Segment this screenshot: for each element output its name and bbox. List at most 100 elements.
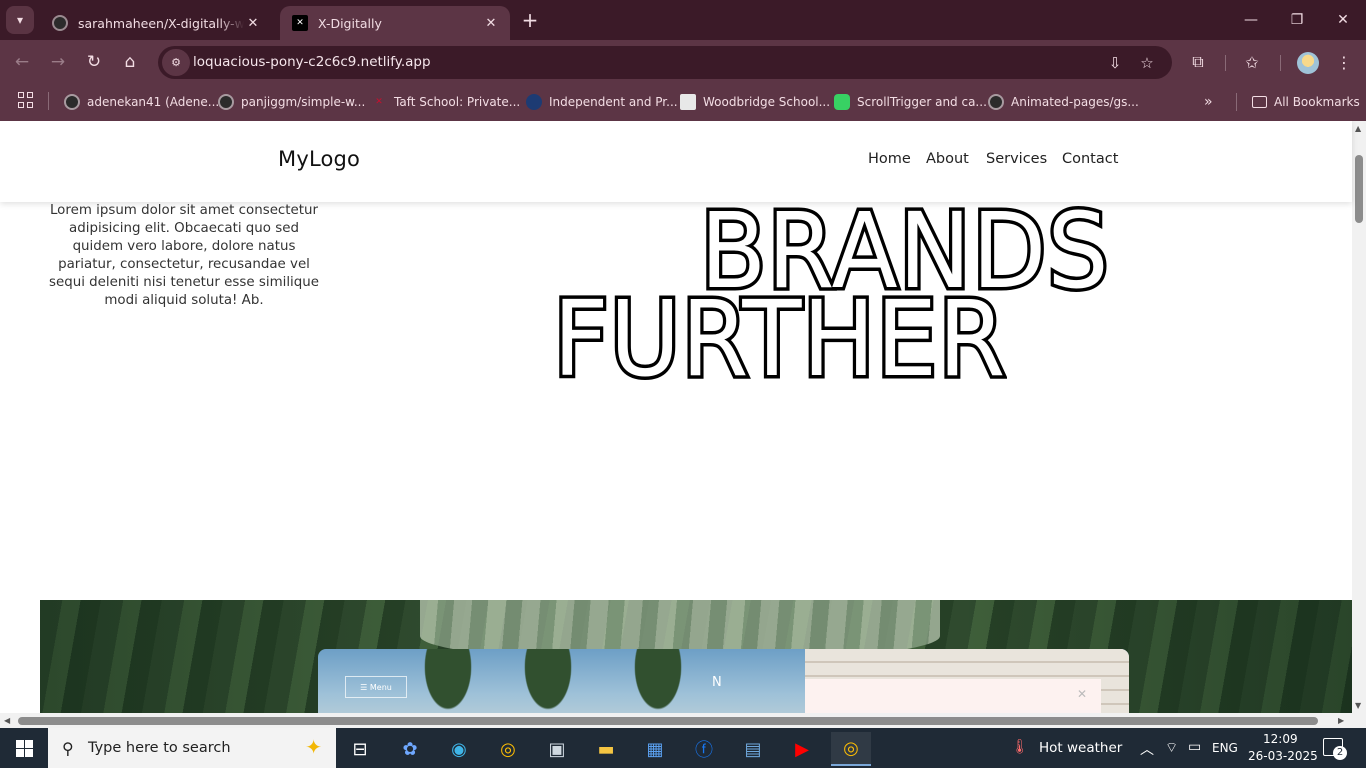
extensions-icon[interactable]: ⧉ [1184, 48, 1212, 76]
taskbar-search-box[interactable]: ⚲ Type here to search ✦ [48, 728, 336, 768]
chrome-icon[interactable]: ◎ [488, 732, 528, 766]
chevron-up-icon[interactable]: ︿ [1140, 739, 1154, 759]
bookmark-item[interactable]: panjiggm/simple-w... [218, 92, 365, 112]
task-view-icon[interactable]: ⊟ [340, 732, 380, 766]
github-icon [218, 94, 234, 110]
preview-logo-mark: N [712, 675, 722, 690]
bookmark-label: ScrollTrigger and ca... [857, 95, 987, 109]
clock-date[interactable]: 26-03-2025 [1248, 749, 1318, 763]
nav-about[interactable]: About [926, 151, 969, 167]
arrow-left-icon: ← [14, 52, 30, 72]
tab-title: sarahmaheen/X-digitally-website [78, 15, 244, 31]
new-tab-button[interactable]: + [519, 9, 541, 31]
bookmarks-divider [1236, 93, 1237, 111]
bookmark-item[interactable]: ScrollTrigger and ca... [834, 92, 987, 112]
home-button[interactable]: ⌂ [116, 48, 144, 76]
facebook-icon[interactable]: ⓕ [684, 732, 724, 766]
bookmark-star-icon[interactable]: ☆ [1136, 52, 1158, 74]
arrow-right-icon: → [50, 52, 66, 72]
profile-avatar[interactable] [1297, 52, 1319, 74]
language-indicator[interactable]: ENG [1212, 741, 1238, 755]
microsoft-store-icon[interactable]: ▦ [635, 732, 675, 766]
preview-menu-label: Menu [369, 682, 392, 692]
display-icon[interactable]: ▭ [1188, 739, 1201, 755]
site-logo[interactable]: MyLogo [278, 147, 360, 171]
apps-grid-icon[interactable] [18, 92, 34, 108]
page-viewport: MyLogo Home About Services Contact Lorem… [0, 121, 1366, 728]
site-info-button[interactable]: ⚙ [162, 49, 190, 76]
address-bar[interactable]: ⚙ loquacious-pony-c2c6c9.netlify.app ⇩ ☆ [158, 46, 1172, 79]
chevron-down-icon: ▾ [16, 13, 24, 27]
home-icon: ⌂ [124, 52, 136, 72]
hero-headline-further: FURTHER [550, 278, 1009, 400]
horizontal-scrollbar[interactable]: ◀ ▶ [0, 713, 1352, 728]
search-placeholder: Type here to search [88, 740, 231, 756]
all-bookmarks-button[interactable]: All Bookmarks [1252, 92, 1360, 112]
install-app-icon[interactable]: ⇩ [1104, 52, 1126, 74]
bookmark-label: Independent and Pr... [549, 95, 678, 109]
start-button[interactable] [0, 728, 48, 768]
terminal-icon[interactable]: ▣ [537, 732, 577, 766]
reload-icon: ↻ [86, 52, 102, 72]
bookmark-item[interactable]: adenekan41 (Adene... [64, 92, 219, 112]
nav-contact[interactable]: Contact [1062, 151, 1118, 167]
preview-menu-button: ☰ Menu [345, 676, 407, 698]
hamburger-icon: ☰ [360, 682, 370, 692]
toolbar-divider [1225, 55, 1226, 71]
bookmark-label: adenekan41 (Adene... [87, 95, 220, 109]
weather-text[interactable]: Hot weather [1039, 740, 1122, 756]
sparkle-icon: ✦ [305, 735, 322, 759]
url-text[interactable]: loquacious-pony-c2c6c9.netlify.app [193, 54, 431, 70]
bookmark-label: Taft School: Private... [394, 95, 521, 109]
nav-home[interactable]: Home [868, 151, 911, 167]
reading-list-icon[interactable]: ✩ [1238, 48, 1266, 76]
close-icon[interactable]: ✕ [244, 16, 262, 31]
bookmark-label: panjiggm/simple-w... [241, 95, 366, 109]
back-button[interactable]: ← [8, 48, 36, 76]
all-bookmarks-label: All Bookmarks [1274, 95, 1360, 109]
clock-time[interactable]: 12:09 [1263, 732, 1298, 746]
toolbar-divider [1280, 55, 1281, 71]
nav-services[interactable]: Services [986, 151, 1047, 167]
thermometer-icon[interactable]: 🌡 [1011, 739, 1029, 755]
restore-button[interactable]: ❐ [1274, 0, 1320, 40]
close-window-button[interactable]: ✕ [1320, 0, 1366, 40]
bookmark-label: Animated-pages/gs... [1011, 95, 1139, 109]
file-explorer-icon[interactable]: ▬ [586, 732, 626, 766]
more-menu-icon[interactable]: ⋮ [1330, 48, 1358, 76]
taft-school-icon: ✕ [375, 97, 383, 107]
bookmarks-overflow-button[interactable]: » [1204, 92, 1213, 112]
bookmark-label: Woodbridge School... [703, 95, 831, 109]
edge-icon[interactable]: ◉ [439, 732, 479, 766]
windows-taskbar: ⚲ Type here to search ✦ ⊟ ✿ ◉ ◎ ▣ ▬ ▦ ⓕ … [0, 728, 1366, 768]
bookmark-item[interactable]: Independent and Pr... [526, 92, 678, 112]
horizontal-scroll-thumb[interactable] [18, 717, 1318, 725]
scroll-right-icon[interactable]: ▶ [1338, 716, 1344, 725]
calculator-icon[interactable]: ▤ [733, 732, 773, 766]
network-icon[interactable]: ⌔ [1165, 739, 1178, 757]
github-icon [988, 94, 1004, 110]
gsap-clover-icon [834, 94, 850, 110]
vertical-scroll-thumb[interactable] [1355, 155, 1363, 223]
scroll-down-icon[interactable]: ▼ [1355, 701, 1361, 710]
reload-button[interactable]: ↻ [80, 48, 108, 76]
forward-button[interactable]: → [44, 48, 72, 76]
school-crest-icon [526, 94, 542, 110]
vertical-scrollbar[interactable]: ▲ ▼ [1352, 121, 1366, 713]
copilot-icon[interactable]: ✿ [390, 732, 430, 766]
minimize-button[interactable]: — [1228, 0, 1274, 40]
youtube-icon[interactable]: ▶ [782, 732, 822, 766]
tab-github[interactable]: sarahmaheen/X-digitally-website ✕ [40, 6, 272, 40]
chrome-profile-icon[interactable]: ◎ [831, 732, 871, 766]
x-logo-icon: ✕ [292, 15, 308, 31]
tab-x-digitally[interactable]: ✕ X-Digitally ✕ [280, 6, 510, 40]
close-icon[interactable]: ✕ [482, 16, 500, 31]
bookmark-item[interactable]: ✕ Taft School: Private... [371, 92, 520, 112]
scroll-left-icon[interactable]: ◀ [4, 716, 10, 725]
search-icon: ⚲ [62, 738, 74, 758]
tab-search-button[interactable]: ▾ [6, 6, 34, 34]
browser-tab-bar: ▾ sarahmaheen/X-digitally-website ✕ ✕ X-… [0, 0, 1366, 40]
bookmark-item[interactable]: Woodbridge School... [680, 92, 830, 112]
bookmark-item[interactable]: Animated-pages/gs... [988, 92, 1139, 112]
scroll-up-icon[interactable]: ▲ [1355, 124, 1361, 133]
